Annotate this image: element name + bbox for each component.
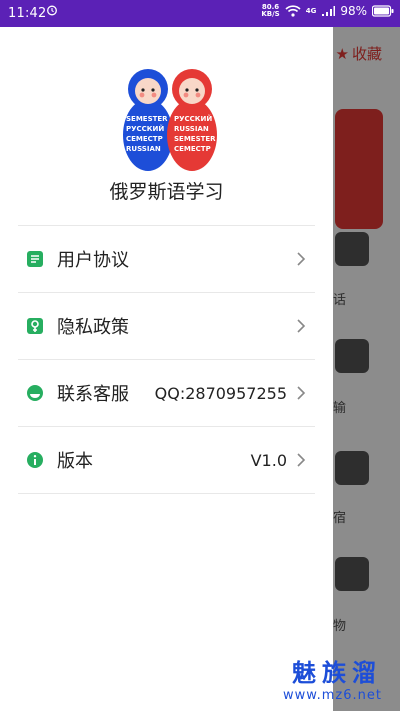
battery-percent: 98% bbox=[340, 4, 367, 18]
navigation-drawer: SEMESTER РУССКИЙ СЕМЕСТР RUSSIAN РУССКИЙ… bbox=[0, 27, 333, 711]
privacy-icon bbox=[27, 318, 43, 334]
battery-icon bbox=[372, 5, 394, 17]
info-icon bbox=[27, 452, 43, 468]
signal-icon bbox=[322, 6, 336, 16]
menu-item-label: 用户协议 bbox=[57, 250, 129, 271]
svg-text:RUSSIAN: RUSSIAN bbox=[126, 145, 161, 153]
svg-text:RUSSIAN: RUSSIAN bbox=[174, 125, 209, 133]
watermark-url: www.mz6.net bbox=[282, 688, 382, 703]
signal-type: 4G bbox=[305, 7, 317, 15]
menu-item-version[interactable]: 版本 V1.0 bbox=[18, 426, 315, 494]
menu-item-contact-support[interactable]: 联系客服 QQ:2870957255 bbox=[18, 359, 315, 426]
svg-text:SEMESTER: SEMESTER bbox=[126, 115, 168, 123]
menu-item-privacy-policy[interactable]: 隐私政策 bbox=[18, 292, 315, 359]
document-icon bbox=[27, 251, 43, 267]
status-time: 11:42 bbox=[8, 6, 47, 21]
network-speed: 80.6 KB/S bbox=[261, 3, 280, 18]
svg-text:СЕМЕСТР: СЕМЕСТР bbox=[174, 145, 211, 153]
drawer-menu: 用户协议 隐私政策 联系客服 QQ:2870957255 版本 V1.0 bbox=[18, 225, 315, 494]
menu-item-label: 隐私政策 bbox=[57, 317, 129, 338]
svg-text:РУССКИЙ: РУССКИЙ bbox=[174, 114, 212, 123]
menu-item-value: V1.0 bbox=[250, 450, 287, 470]
chevron-right-icon bbox=[297, 386, 306, 400]
svg-text:SEMESTER: SEMESTER bbox=[174, 135, 216, 143]
menu-item-label: 版本 bbox=[57, 451, 93, 472]
menu-item-label: 联系客服 bbox=[57, 384, 129, 405]
menu-item-user-agreement[interactable]: 用户协议 bbox=[18, 225, 315, 292]
matryoshka-logo: SEMESTER РУССКИЙ СЕМЕСТР RUSSIAN РУССКИЙ… bbox=[123, 69, 217, 171]
chevron-right-icon bbox=[297, 252, 306, 266]
chevron-right-icon bbox=[297, 319, 306, 333]
svg-text:РУССКИЙ: РУССКИЙ bbox=[126, 124, 164, 133]
svg-text:СЕМЕСТР: СЕМЕСТР bbox=[126, 135, 163, 143]
alarm-icon bbox=[47, 5, 57, 16]
menu-item-value: QQ:2870957255 bbox=[154, 383, 287, 403]
chevron-right-icon bbox=[297, 453, 306, 467]
watermark-logo-text: 魅族溜 bbox=[292, 659, 382, 687]
support-icon bbox=[27, 385, 43, 401]
wifi-icon bbox=[285, 5, 301, 17]
site-watermark: 魅族溜 www.mz6.net bbox=[283, 653, 382, 703]
status-bar: 11:42 80.6 KB/S 4G 98% bbox=[0, 0, 400, 27]
app-name: 俄罗斯语学习 bbox=[109, 181, 224, 203]
